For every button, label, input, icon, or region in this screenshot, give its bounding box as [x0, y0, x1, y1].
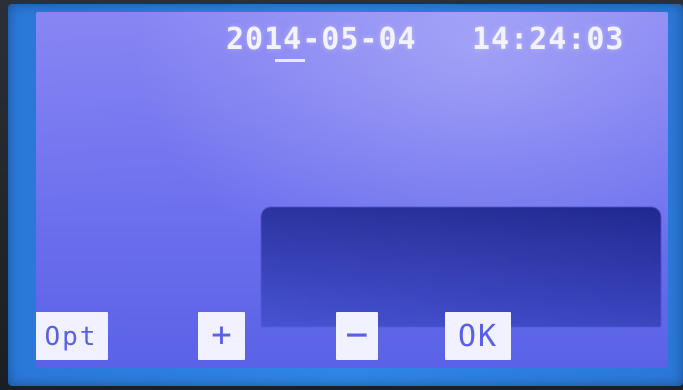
- lcd-screen: 2014-05-04 14:24:03 Opt + − OK: [36, 12, 668, 368]
- time-display[interactable]: 14:24:03: [472, 22, 625, 57]
- date-display[interactable]: 2014-05-04: [226, 22, 417, 57]
- minus-softkey[interactable]: −: [336, 312, 378, 360]
- edit-cursor: [275, 59, 305, 62]
- device: 2014-05-04 14:24:03 Opt + − OK: [0, 0, 683, 390]
- datetime-bar: 2014-05-04 14:24:03: [36, 12, 668, 72]
- reflection-panel: [261, 207, 661, 327]
- opt-softkey[interactable]: Opt: [36, 312, 108, 360]
- plus-softkey[interactable]: +: [198, 312, 245, 360]
- ok-softkey[interactable]: OK: [445, 312, 511, 360]
